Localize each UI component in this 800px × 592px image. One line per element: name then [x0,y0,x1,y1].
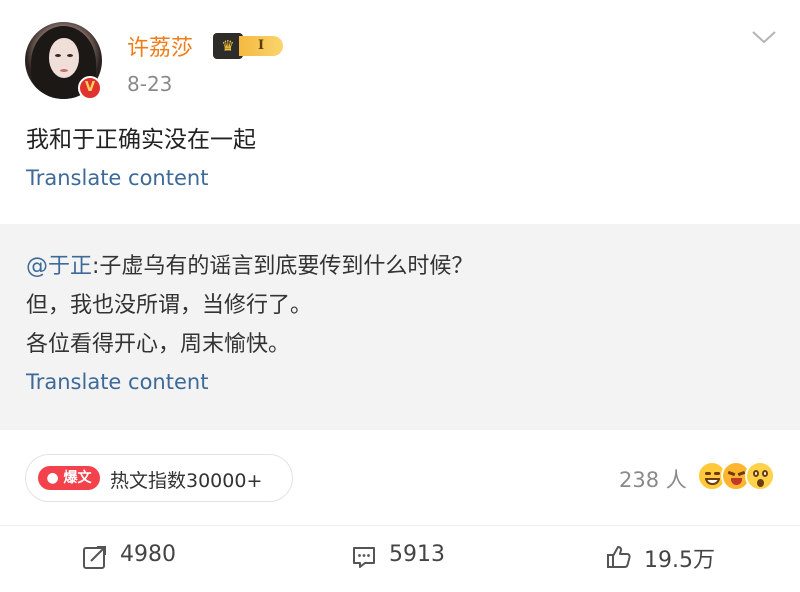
comment-icon [353,547,375,568]
post-text: 我和于正确实没在一起 [26,127,256,153]
surprised-face-icon [745,461,775,491]
reaction-emojis[interactable] [697,461,777,493]
hot-tag-label: 爆文 [63,470,92,486]
hot-index-pill[interactable]: ● 爆文 热文指数30000+ [25,454,293,502]
translate-link-repost[interactable]: Translate content [26,370,208,394]
divider [0,525,800,526]
repost-count: 4980 [120,542,176,567]
verified-badge-icon: V [78,76,102,100]
fire-icon: ● [46,470,59,486]
thumbs-up-icon [607,546,631,568]
vip-level: I [239,36,283,56]
mention-link[interactable]: @于正 [26,254,92,279]
vip-badge[interactable]: ♛ I [213,33,287,59]
username[interactable]: 许荔莎 [127,30,193,62]
hot-index-text: 热文指数30000+ [110,470,263,492]
reposted-content[interactable]: @于正:子虚乌有的谣言到底要传到什么时候？ 但，我也没所谓，当修行了。 各位看得… [0,224,800,430]
repost-line-1: @于正:子虚乌有的谣言到底要传到什么时候？ [26,248,473,280]
repost-line-2: 但，我也没所谓，当修行了。 [26,293,313,318]
chevron-down-icon[interactable] [751,28,777,46]
hot-tag: ● 爆文 [38,466,100,490]
comment-count: 5913 [389,542,445,567]
post-header: V 许荔莎 ♛ I 8-23 [0,0,800,110]
reactors-count[interactable]: 238 人 [619,464,687,494]
like-count: 19.5万 [644,548,715,573]
translate-link[interactable]: Translate content [26,166,208,190]
post-time: 8-23 [127,72,173,96]
share-icon [83,546,106,569]
repost-text-1: :子虚乌有的谣言到底要传到什么时候？ [92,254,474,279]
repost-line-3: 各位看得开心，周末愉快。 [26,332,291,357]
